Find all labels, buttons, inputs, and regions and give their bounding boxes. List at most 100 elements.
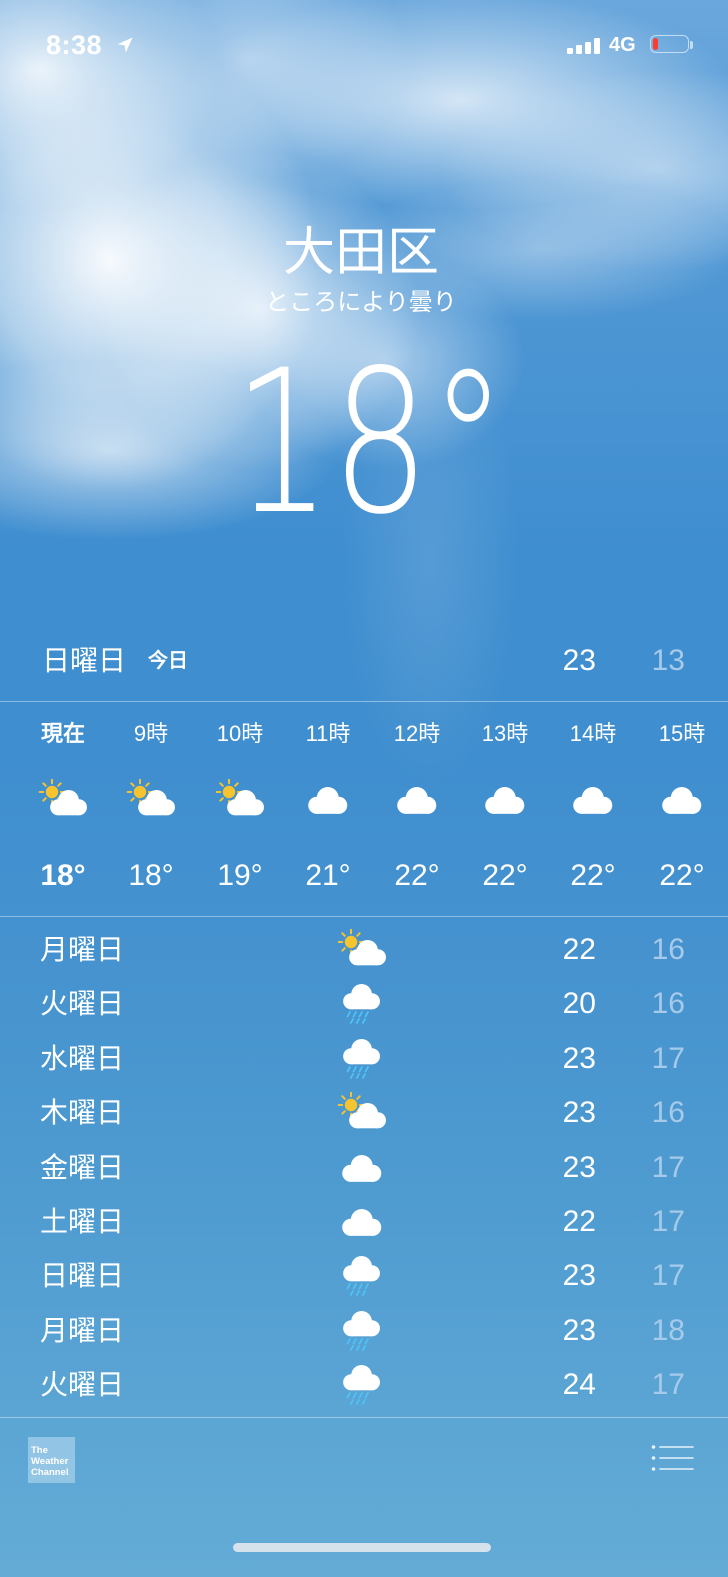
daily-high: 23 [562,1041,596,1075]
daily-low: 16 [651,933,685,966]
partly-cloudy-day-icon [337,1092,386,1129]
daily-row: 月曜日 22 16 [0,923,728,977]
cloud-icon [342,1154,382,1182]
hourly-temperature: 22° [482,859,528,892]
daily-day: 日曜日 [40,1260,125,1292]
daily-low: 17 [651,1368,685,1402]
daily-high: 23 [562,1313,596,1347]
hourly-temperature: 19° [217,859,263,892]
hourly-temperature: 22° [570,859,616,892]
daily-low: 17 [651,1150,685,1184]
rain-icon [343,1256,380,1297]
daily-row: 木曜日 23 16 [0,1086,728,1140]
daily-high: 20 [562,987,596,1021]
hourly-time: 11時 [305,721,351,746]
today-low: 13 [651,644,685,677]
rain-icon [343,984,380,1025]
cellular-signal-icon [567,38,600,54]
cloud-icon [485,787,525,814]
daily-row: 火曜日 20 16 [0,977,728,1031]
hourly-time: 14時 [569,721,617,746]
hourly-item: 13時 22° [461,702,549,916]
logo-text-line: The [31,1445,48,1456]
hourly-temperature: 22° [659,859,705,892]
partly-cloudy-day-icon [215,779,264,816]
daily-high: 24 [562,1368,596,1402]
hourly-temperature: 18° [128,859,174,892]
location-arrow-icon [117,37,133,53]
cloud-icon [342,1209,382,1236]
hourly-temperature: 22° [394,859,440,892]
daily-low: 17 [651,1205,685,1238]
status-time: 8:38 [46,30,103,60]
daily-low: 16 [651,987,685,1021]
today-high: 23 [562,644,596,677]
daily-day: 月曜日 [40,934,125,965]
battery-icon [650,35,689,53]
daily-low: 18 [651,1313,685,1347]
daily-forecast[interactable]: 月曜日 22 16 火曜日 20 16 水曜日 23 17 木曜日 23 16 金曜日 23 17 土曜日 22… [0,923,728,1413]
hourly-temperature: 21° [305,859,351,892]
weather-condition: ところにより曇り [265,289,457,316]
today-row: 日曜日 今日 23 13 [0,638,728,684]
cloud-icon [397,787,437,814]
daily-row: 水曜日 23 17 [0,1032,728,1086]
hourly-item: 9時 18° [107,702,195,916]
hourly-item: 10時 19° [196,702,284,916]
current-temperature: 18° [233,327,507,558]
divider [0,916,728,917]
hourly-temperature: 18° [40,859,86,892]
hourly-item: 現在 18° [19,702,107,916]
daily-high: 22 [562,933,596,966]
hourly-time: 13時 [481,721,529,746]
daily-row: 日曜日 23 17 [0,1249,728,1303]
daily-day: 金曜日 [40,1151,125,1183]
weather-screen: 8:38 4G 大田区 ところにより曇り 18° 日曜日 今日 23 13 現在… [0,0,728,1577]
network-type: 4G [609,34,636,56]
hourly-time: 12時 [393,721,441,746]
logo-text-line: Weather [31,1456,69,1467]
today-day: 日曜日 [42,645,127,676]
daily-high: 22 [562,1205,596,1238]
partly-cloudy-day-icon [337,929,386,966]
divider [0,1417,728,1418]
daily-row: 火曜日 24 17 [0,1358,728,1412]
hourly-time: 10時 [216,721,264,746]
hourly-item: 14時 22° [549,702,637,916]
daily-day: 火曜日 [40,1369,125,1401]
today-label: 今日 [148,650,188,672]
daily-low: 17 [651,1041,685,1075]
hourly-item: 15時 22° [638,702,726,916]
hourly-time: 15時 [658,721,706,746]
cloud-icon [573,787,613,814]
daily-day: 月曜日 [40,1314,125,1346]
location-name: 大田区 [282,224,439,282]
partly-cloudy-day-icon [126,779,175,816]
partly-cloudy-day-icon [38,779,87,816]
cloud-icon [308,787,348,814]
hourly-forecast[interactable]: 現在 18° 9時 18° 10時 19° 11時 21° 12時 22° 13時 22° 14時 22°… [0,702,728,916]
home-indicator[interactable] [233,1543,491,1552]
daily-low: 17 [651,1259,685,1293]
daily-row: 月曜日 23 18 [0,1304,728,1358]
daily-day: 木曜日 [40,1097,125,1129]
hourly-time: 現在 [40,721,85,746]
rain-icon [343,1365,380,1406]
battery-level-fill [653,38,658,50]
daily-day: 火曜日 [40,988,125,1020]
daily-low: 16 [651,1096,685,1130]
daily-high: 23 [562,1259,596,1293]
rain-icon [343,1310,380,1351]
cloud-icon [662,787,702,814]
hourly-item: 12時 22° [373,702,461,916]
rain-icon [343,1038,380,1079]
daily-day: 土曜日 [40,1206,125,1237]
battery-terminal [690,41,693,49]
daily-day: 水曜日 [40,1042,125,1074]
weather-channel-logo[interactable]: The Weather Channel [28,1437,75,1483]
daily-row: 金曜日 23 17 [0,1141,728,1195]
list-icon[interactable] [651,1444,694,1472]
hourly-item: 11時 21° [284,702,372,916]
hourly-time: 9時 [133,721,169,746]
logo-text-line: Channel [31,1467,69,1478]
